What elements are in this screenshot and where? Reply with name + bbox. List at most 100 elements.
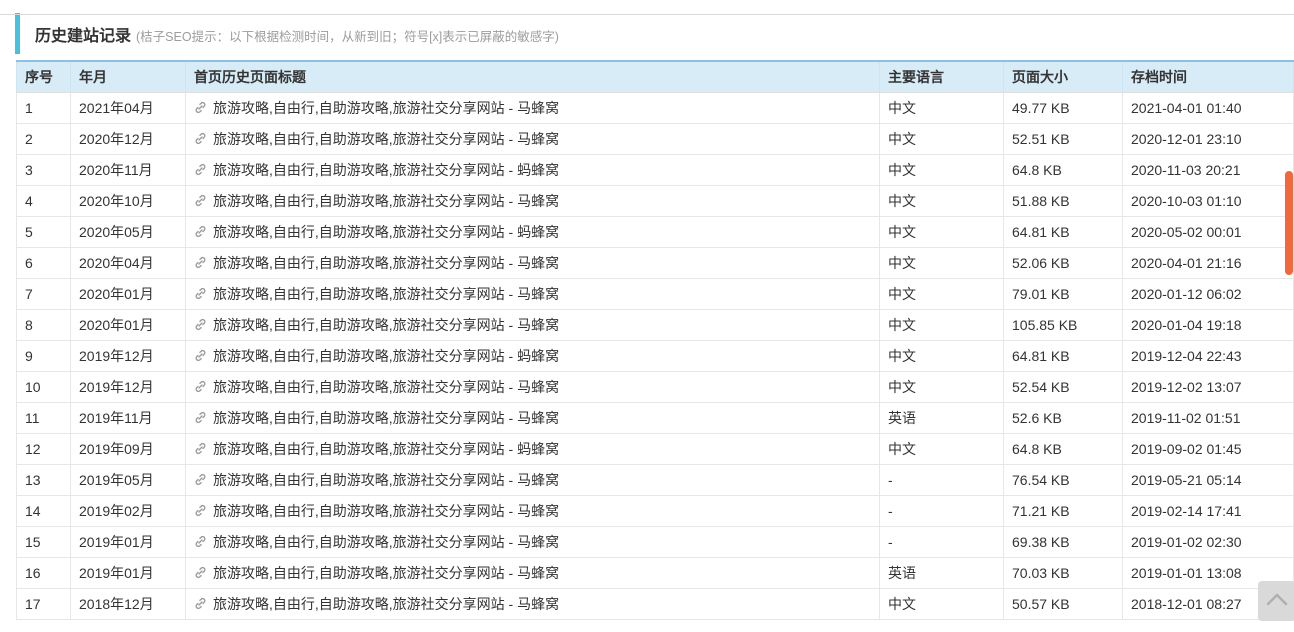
page-header: 历史建站记录 (桔子SEO提示：以下根据检测时间，从新到旧；符号[x]表示已屏蔽的…: [15, 13, 1294, 54]
cell-index: 2: [16, 122, 71, 155]
cell-time: 2019-12-04 22:43: [1122, 339, 1294, 372]
cell-month: 2019年12月: [70, 370, 186, 403]
history-title-text: 旅游攻略,自由行,自助游攻略,旅游社交分享网站 - 马蜂窝: [213, 254, 560, 271]
cell-title: 旅游攻略,自由行,自助游攻略,旅游社交分享网站 - 蚂蜂窝: [185, 153, 880, 186]
table-row: 13 2019年05月 旅游攻略,自由行,自助游攻略,旅游社交分享网站 - 马蜂…: [16, 463, 1294, 496]
col-header-title: 首页历史页面标题: [185, 60, 880, 93]
cell-size: 64.8 KB: [1003, 153, 1123, 186]
history-title-link[interactable]: 旅游攻略,自由行,自助游攻略,旅游社交分享网站 - 马蜂窝: [194, 377, 559, 397]
table-body: 1 2021年04月 旅游攻略,自由行,自助游攻略,旅游社交分享网站 - 马蜂窝: [16, 91, 1294, 620]
history-table: 序号 年月 首页历史页面标题 主要语言 页面大小 存档时间 1 2021年04月: [16, 60, 1294, 620]
link-icon: [194, 349, 207, 362]
scrollbar-thumb[interactable]: [1285, 171, 1293, 275]
cell-time: 2019-12-02 13:07: [1122, 370, 1294, 403]
cell-month: 2019年12月: [70, 339, 186, 372]
link-icon: [194, 287, 207, 300]
history-title-link[interactable]: 旅游攻略,自由行,自助游攻略,旅游社交分享网站 - 蚂蜂窝: [194, 222, 559, 242]
cell-title: 旅游攻略,自由行,自助游攻略,旅游社交分享网站 - 马蜂窝: [185, 184, 880, 217]
accent-bar: [15, 13, 20, 54]
cell-language: 中文: [879, 587, 1004, 620]
history-title-text: 旅游攻略,自由行,自助游攻略,旅游社交分享网站 - 马蜂窝: [213, 130, 560, 147]
cell-language: 中文: [879, 184, 1004, 217]
history-title-text: 旅游攻略,自由行,自助游攻略,旅游社交分享网站 - 蚂蜂窝: [213, 347, 560, 364]
history-title-link[interactable]: 旅游攻略,自由行,自助游攻略,旅游社交分享网站 - 马蜂窝: [194, 563, 559, 583]
history-title-link[interactable]: 旅游攻略,自由行,自助游攻略,旅游社交分享网站 - 马蜂窝: [194, 253, 559, 273]
history-title-text: 旅游攻略,自由行,自助游攻略,旅游社交分享网站 - 马蜂窝: [213, 99, 560, 116]
chevron-up-icon: [1266, 592, 1288, 611]
link-icon: [194, 194, 207, 207]
cell-time: 2019-11-02 01:51: [1122, 401, 1294, 434]
cell-index: 8: [16, 308, 71, 341]
link-icon: [194, 411, 207, 424]
col-header-size: 页面大小: [1003, 60, 1123, 93]
cell-title: 旅游攻略,自由行,自助游攻略,旅游社交分享网站 - 马蜂窝: [185, 556, 880, 589]
cell-month: 2019年11月: [70, 401, 186, 434]
link-icon: [194, 225, 207, 238]
cell-month: 2020年11月: [70, 153, 186, 186]
cell-title: 旅游攻略,自由行,自助游攻略,旅游社交分享网站 - 马蜂窝: [185, 91, 880, 124]
table-row: 11 2019年11月 旅游攻略,自由行,自助游攻略,旅游社交分享网站 - 马蜂…: [16, 401, 1294, 434]
link-icon: [194, 566, 207, 579]
cell-month: 2019年02月: [70, 494, 186, 527]
cell-title: 旅游攻略,自由行,自助游攻略,旅游社交分享网站 - 蚂蜂窝: [185, 339, 880, 372]
history-title-text: 旅游攻略,自由行,自助游攻略,旅游社交分享网站 - 蚂蜂窝: [213, 440, 560, 457]
cell-month: 2019年09月: [70, 432, 186, 465]
cell-title: 旅游攻略,自由行,自助游攻略,旅游社交分享网站 - 马蜂窝: [185, 277, 880, 310]
history-title-link[interactable]: 旅游攻略,自由行,自助游攻略,旅游社交分享网站 - 蚂蜂窝: [194, 160, 559, 180]
cell-month: 2020年04月: [70, 246, 186, 279]
cell-time: 2020-11-03 20:21: [1122, 153, 1294, 186]
table-row: 14 2019年02月 旅游攻略,自由行,自助游攻略,旅游社交分享网站 - 马蜂…: [16, 494, 1294, 527]
cell-language: 中文: [879, 122, 1004, 155]
col-header-time: 存档时间: [1122, 60, 1294, 93]
cell-month: 2019年01月: [70, 525, 186, 558]
cell-title: 旅游攻略,自由行,自助游攻略,旅游社交分享网站 - 马蜂窝: [185, 401, 880, 434]
table-row: 3 2020年11月 旅游攻略,自由行,自助游攻略,旅游社交分享网站 - 蚂蜂窝: [16, 153, 1294, 186]
history-title-text: 旅游攻略,自由行,自助游攻略,旅游社交分享网站 - 蚂蜂窝: [213, 161, 560, 178]
history-title-link[interactable]: 旅游攻略,自由行,自助游攻略,旅游社交分享网站 - 马蜂窝: [194, 315, 559, 335]
cell-index: 6: [16, 246, 71, 279]
table-row: 2 2020年12月 旅游攻略,自由行,自助游攻略,旅游社交分享网站 - 马蜂窝: [16, 122, 1294, 155]
col-header-month: 年月: [70, 60, 186, 93]
col-header-index: 序号: [16, 60, 71, 93]
page-title: 历史建站记录: [35, 27, 132, 45]
history-title-link[interactable]: 旅游攻略,自由行,自助游攻略,旅游社交分享网站 - 马蜂窝: [194, 191, 559, 211]
history-title-text: 旅游攻略,自由行,自助游攻略,旅游社交分享网站 - 马蜂窝: [213, 316, 560, 333]
cell-language: 中文: [879, 277, 1004, 310]
cell-index: 9: [16, 339, 71, 372]
history-title-link[interactable]: 旅游攻略,自由行,自助游攻略,旅游社交分享网站 - 马蜂窝: [194, 129, 559, 149]
cell-index: 16: [16, 556, 71, 589]
history-title-link[interactable]: 旅游攻略,自由行,自助游攻略,旅游社交分享网站 - 蚂蜂窝: [194, 439, 559, 459]
cell-month: 2020年12月: [70, 122, 186, 155]
history-title-link[interactable]: 旅游攻略,自由行,自助游攻略,旅游社交分享网站 - 马蜂窝: [194, 98, 559, 118]
cell-time: 2020-01-04 19:18: [1122, 308, 1294, 341]
back-to-top-button[interactable]: [1258, 581, 1294, 621]
cell-language: 英语: [879, 401, 1004, 434]
cell-index: 7: [16, 277, 71, 310]
cell-size: 69.38 KB: [1003, 525, 1123, 558]
history-title-text: 旅游攻略,自由行,自助游攻略,旅游社交分享网站 - 马蜂窝: [213, 378, 560, 395]
cell-time: 2019-01-02 02:30: [1122, 525, 1294, 558]
cell-index: 5: [16, 215, 71, 248]
table-row: 5 2020年05月 旅游攻略,自由行,自助游攻略,旅游社交分享网站 - 蚂蜂窝: [16, 215, 1294, 248]
cell-time: 2020-01-12 06:02: [1122, 277, 1294, 310]
history-title-link[interactable]: 旅游攻略,自由行,自助游攻略,旅游社交分享网站 - 马蜂窝: [194, 284, 559, 304]
cell-language: -: [879, 463, 1004, 496]
table-row: 17 2018年12月 旅游攻略,自由行,自助游攻略,旅游社交分享网站 - 马蜂…: [16, 587, 1294, 620]
cell-month: 2019年05月: [70, 463, 186, 496]
cell-time: 2019-02-14 17:41: [1122, 494, 1294, 527]
cell-index: 1: [16, 91, 71, 124]
history-title-link[interactable]: 旅游攻略,自由行,自助游攻略,旅游社交分享网站 - 蚂蜂窝: [194, 346, 559, 366]
cell-title: 旅游攻略,自由行,自助游攻略,旅游社交分享网站 - 蚂蜂窝: [185, 215, 880, 248]
cell-time: 2020-04-01 21:16: [1122, 246, 1294, 279]
history-title-link[interactable]: 旅游攻略,自由行,自助游攻略,旅游社交分享网站 - 马蜂窝: [194, 408, 559, 428]
cell-month: 2021年04月: [70, 91, 186, 124]
cell-time: 2019-05-21 05:14: [1122, 463, 1294, 496]
history-title-link[interactable]: 旅游攻略,自由行,自助游攻略,旅游社交分享网站 - 马蜂窝: [194, 501, 559, 521]
cell-language: 英语: [879, 556, 1004, 589]
history-title-link[interactable]: 旅游攻略,自由行,自助游攻略,旅游社交分享网站 - 马蜂窝: [194, 470, 559, 490]
history-title-link[interactable]: 旅游攻略,自由行,自助游攻略,旅游社交分享网站 - 马蜂窝: [194, 532, 559, 552]
history-title-link[interactable]: 旅游攻略,自由行,自助游攻略,旅游社交分享网站 - 马蜂窝: [194, 594, 559, 614]
col-header-language: 主要语言: [879, 60, 1004, 93]
cell-index: 12: [16, 432, 71, 465]
cell-time: 2021-04-01 01:40: [1122, 91, 1294, 124]
